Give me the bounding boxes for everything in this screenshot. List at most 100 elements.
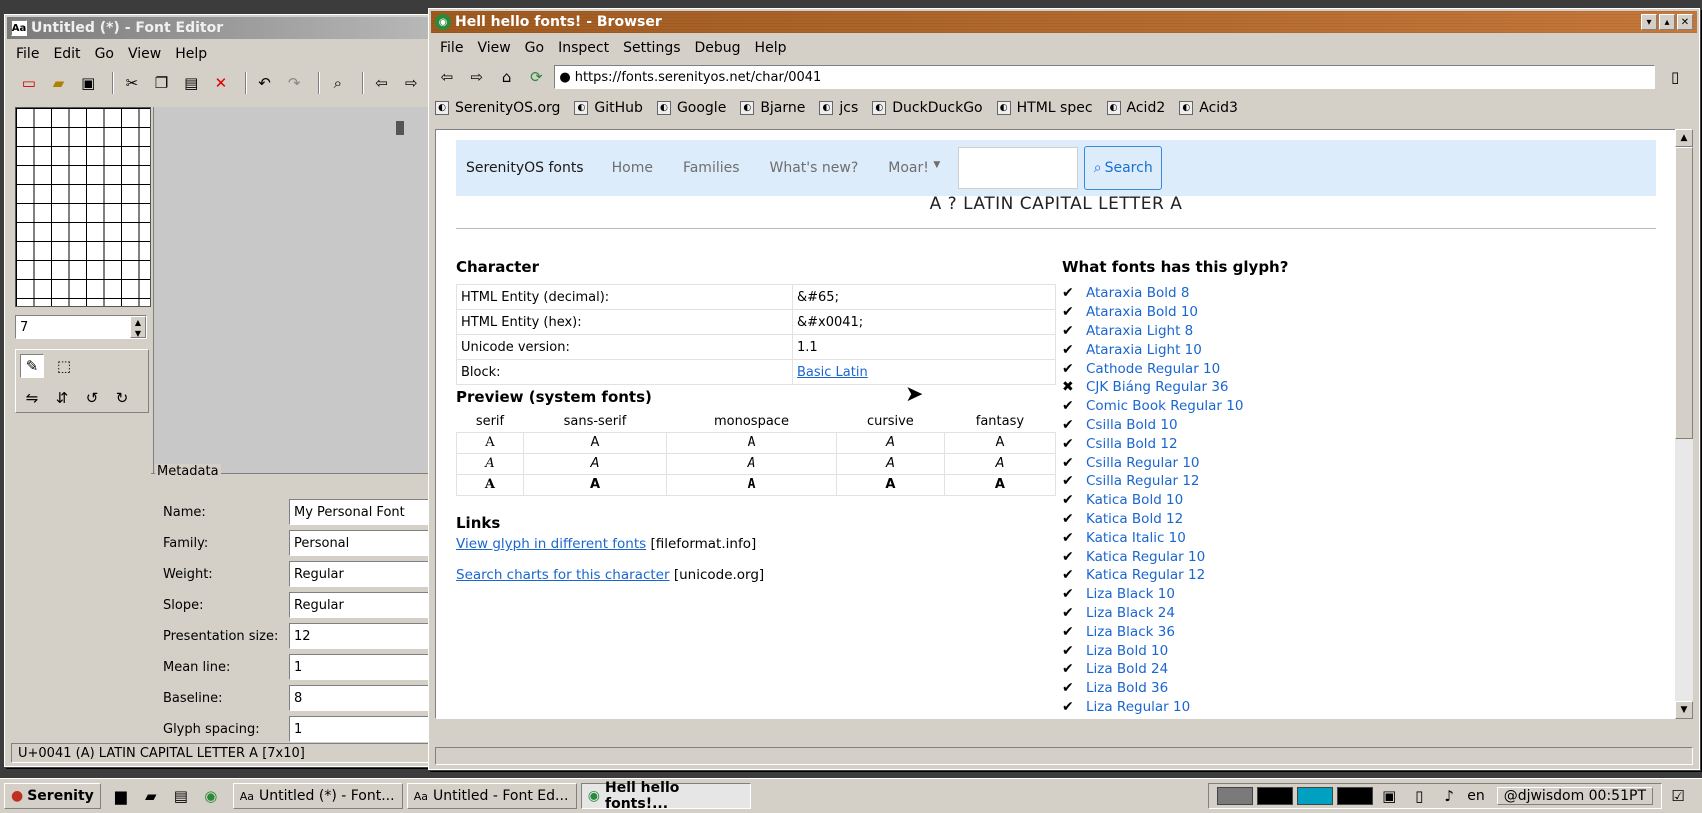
save-icon[interactable]: ▣ — [76, 71, 100, 95]
rotate-right-icon[interactable]: ↻ — [110, 386, 134, 410]
font-link[interactable]: Katica Bold 12 — [1086, 511, 1183, 527]
fe-menu-go[interactable]: Go — [88, 46, 121, 62]
notifications-icon[interactable]: ☑ — [1666, 784, 1690, 808]
bookmark-item[interactable]: ◐ Google — [656, 100, 726, 116]
mean-line-field[interactable]: 1 — [289, 654, 445, 680]
nav-moar-dropdown[interactable]: Moar! ▼ — [888, 160, 940, 176]
glyph-width-spinbox[interactable]: 7 ▲ ▼ — [15, 315, 147, 339]
vertical-scrollbar[interactable]: ▲ ▼ — [1675, 129, 1693, 719]
font-link[interactable]: Katica Regular 10 — [1086, 549, 1205, 565]
scroll-up-icon[interactable]: ▲ — [1675, 129, 1693, 147]
flip-horizontal-icon[interactable]: ⇋ — [20, 386, 44, 410]
redo-icon[interactable]: ↷ — [282, 71, 306, 95]
font-link[interactable]: Csilla Bold 10 — [1086, 417, 1178, 433]
browser-launcher-icon[interactable]: ◉ — [199, 784, 223, 808]
cut-icon[interactable]: ✂ — [120, 71, 144, 95]
back-icon[interactable]: ⇦ — [435, 65, 459, 89]
task-font-editor-2[interactable]: Aa Untitled - Font Ed... — [406, 783, 577, 809]
file-manager-icon[interactable]: ▰ — [139, 784, 163, 808]
nav-families[interactable]: Families — [683, 160, 740, 176]
br-menu-settings[interactable]: Settings — [616, 40, 687, 56]
bookmark-page-icon[interactable]: ▯ — [1663, 65, 1687, 89]
delete-icon[interactable]: ✕ — [209, 71, 233, 95]
previous-glyph-icon[interactable]: ⇦ — [370, 71, 394, 95]
clipboard-icon[interactable]: ▯ — [1407, 784, 1431, 808]
font-link[interactable]: Liza Bold 10 — [1086, 643, 1168, 659]
maximize-icon[interactable]: ▴ — [1659, 14, 1675, 30]
presentation-size-field[interactable]: 12 — [289, 623, 445, 649]
font-link[interactable]: Liza Bold 36 — [1086, 680, 1168, 696]
scroll-thumb[interactable] — [1675, 147, 1693, 439]
bookmark-item[interactable]: ◐ Bjarne — [740, 100, 805, 116]
flip-vertical-icon[interactable]: ⇵ — [50, 386, 74, 410]
copy-icon[interactable]: ❐ — [150, 71, 174, 95]
glyph-map-scroll-thumb[interactable] — [396, 121, 404, 135]
select-tool-icon[interactable]: ⬚ — [52, 354, 76, 378]
nav-whats-new[interactable]: What's new? — [770, 160, 859, 176]
font-link[interactable]: Ataraxia Light 8 — [1086, 323, 1193, 339]
site-brand[interactable]: SerenityOS fonts — [466, 160, 584, 176]
font-link[interactable]: Liza Regular 10 — [1086, 699, 1190, 715]
font-link[interactable]: Ataraxia Bold 8 — [1086, 285, 1189, 301]
br-menu-go[interactable]: Go — [518, 40, 551, 56]
br-menu-view[interactable]: View — [470, 40, 517, 56]
undo-icon[interactable]: ↶ — [253, 71, 277, 95]
forward-icon[interactable]: ⇨ — [465, 65, 489, 89]
reload-icon[interactable]: ⟳ — [525, 65, 549, 89]
terminal-icon[interactable]: ▆ — [109, 784, 133, 808]
baseline-field[interactable]: 8 — [289, 685, 445, 711]
font-editor-titlebar[interactable]: Aa Untitled (*) - Font Editor — [7, 17, 431, 39]
glyph-map[interactable] — [153, 107, 433, 473]
home-icon[interactable]: ⌂ — [495, 65, 519, 89]
fe-menu-file[interactable]: File — [9, 46, 46, 62]
new-icon[interactable]: ▭ — [17, 71, 41, 95]
fe-menu-view[interactable]: View — [121, 46, 168, 62]
start-button[interactable]: ● Serenity — [4, 783, 101, 809]
scroll-down-icon[interactable]: ▼ — [1675, 701, 1693, 719]
block-link[interactable]: Basic Latin — [797, 365, 868, 380]
site-search-input[interactable] — [958, 147, 1079, 189]
br-menu-debug[interactable]: Debug — [688, 40, 748, 56]
text-editor-icon[interactable]: ▤ — [169, 784, 193, 808]
nav-home[interactable]: Home — [612, 160, 653, 176]
browser-titlebar[interactable]: ◉ Hell hello fonts! - Browser ▾ ▴ ✕ — [431, 11, 1697, 33]
bookmark-item[interactable]: ◐ jcs — [819, 100, 858, 116]
glyph-spacing-field[interactable]: 1 — [289, 716, 445, 742]
font-link[interactable]: Liza Bold 24 — [1086, 661, 1168, 677]
glyph-editor-grid[interactable] — [15, 107, 151, 307]
spinbox-arrows-icon[interactable]: ▲ ▼ — [130, 316, 146, 338]
url-bar[interactable]: ● https://fonts.serenityos.net/char/0041 — [554, 65, 1656, 89]
font-link[interactable]: Csilla Regular 10 — [1086, 455, 1200, 471]
search-charts-link[interactable]: Search charts for this character — [456, 567, 670, 583]
minimize-icon[interactable]: ▾ — [1641, 14, 1657, 30]
font-link[interactable]: Katica Italic 10 — [1086, 530, 1186, 546]
font-link[interactable]: Cathode Regular 10 — [1086, 361, 1220, 377]
page-viewport[interactable]: SerenityOS fonts Home Families What's ne… — [435, 129, 1677, 719]
font-link[interactable]: Csilla Regular 12 — [1086, 473, 1200, 489]
slope-select[interactable]: Regular — [289, 592, 445, 618]
font-link[interactable]: Ataraxia Light 10 — [1086, 342, 1202, 358]
br-menu-help[interactable]: Help — [748, 40, 794, 56]
task-browser[interactable]: ◉ Hell hello fonts!... — [580, 780, 751, 812]
bookmark-item[interactable]: ◐ Acid2 — [1106, 100, 1165, 116]
clock[interactable]: @djwisdom 00:51PT — [1496, 787, 1653, 805]
fe-menu-edit[interactable]: Edit — [46, 46, 87, 62]
bookmark-item[interactable]: ◐ GitHub — [574, 100, 643, 116]
family-field[interactable]: Personal — [289, 530, 445, 556]
keyboard-layout[interactable]: en — [1467, 788, 1485, 804]
br-menu-file[interactable]: File — [433, 40, 470, 56]
task-font-editor-1[interactable]: Aa Untitled (*) - Font... — [232, 783, 403, 809]
search-icon[interactable]: ⌕ — [326, 71, 350, 95]
bookmark-item[interactable]: ◐ DuckDuckGo — [872, 100, 983, 116]
volume-icon[interactable]: ♪ — [1437, 784, 1461, 808]
font-link[interactable]: Ataraxia Bold 10 — [1086, 304, 1198, 320]
font-link[interactable]: CJK Biáng Regular 36 — [1086, 379, 1229, 395]
close-icon[interactable]: ✕ — [1677, 14, 1693, 30]
font-link[interactable]: Liza Black 10 — [1086, 586, 1175, 602]
weight-select[interactable]: Regular — [289, 561, 445, 587]
view-glyph-link[interactable]: View glyph in different fonts — [456, 536, 646, 552]
font-link[interactable]: Liza Black 24 — [1086, 605, 1175, 621]
font-link[interactable]: Katica Regular 12 — [1086, 567, 1205, 583]
font-link[interactable]: Comic Book Regular 10 — [1086, 398, 1243, 414]
site-search-button[interactable]: ⌕ Search — [1084, 146, 1163, 190]
